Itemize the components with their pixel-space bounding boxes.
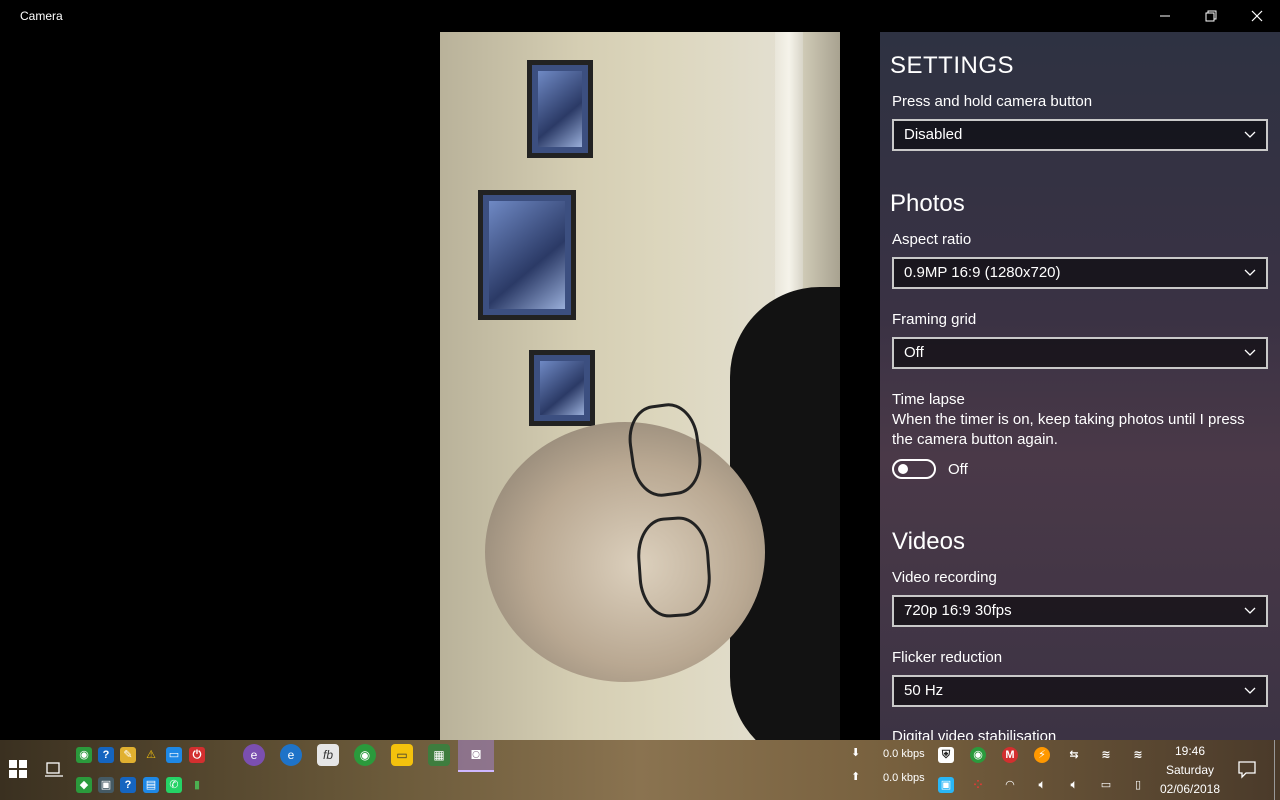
time-lapse-toggle[interactable] — [892, 459, 936, 479]
minimize-icon — [1160, 15, 1170, 17]
video-recording-dropdown[interactable]: 720p 16:9 30fps — [892, 595, 1268, 627]
chevron-down-icon — [1244, 269, 1256, 276]
clock-day: Saturday — [1165, 763, 1215, 777]
keys-icon[interactable]: ✎ — [120, 747, 136, 763]
aspect-ratio-label: Aspect ratio — [892, 231, 972, 248]
person-head — [485, 422, 765, 682]
aspect-ratio-value: 0.9MP 16:9 (1280x720) — [904, 264, 1061, 281]
clock-date: 02/06/2018 — [1159, 782, 1221, 796]
fb-app-icon[interactable]: fb — [317, 744, 339, 766]
help-icon[interactable]: ? — [98, 747, 114, 763]
computer-icon[interactable]: ▤ — [143, 777, 159, 793]
start-button[interactable] — [0, 740, 36, 800]
glasses-lens — [634, 514, 714, 620]
flicker-reduction-value: 50 Hz — [904, 682, 944, 699]
task-view-icon — [45, 762, 63, 777]
title-bar: Camera — [0, 0, 1280, 32]
camera-preview[interactable] — [440, 32, 840, 740]
close-button[interactable] — [1234, 0, 1280, 32]
power-icon[interactable]: ⏻ — [189, 747, 205, 763]
dots-icon[interactable]: ⁘ — [970, 777, 986, 793]
wall-picture — [478, 190, 576, 320]
time-lapse-label: Time lapse — [892, 391, 965, 408]
file-explorer-icon[interactable]: ▭ — [391, 744, 413, 766]
framing-grid-dropdown[interactable]: Off — [892, 337, 1268, 369]
app-tray-icon[interactable]: ▣ — [938, 777, 954, 793]
video-stabilisation-label: Digital video stabilisation — [892, 728, 1057, 740]
chevron-down-icon — [1244, 131, 1256, 138]
photo-viewer-icon[interactable]: ▦ — [428, 744, 450, 766]
windows-logo-icon — [9, 760, 27, 778]
videos-heading: Videos — [892, 528, 965, 555]
clock-time: 19:46 — [1174, 744, 1206, 758]
video-recording-label: Video recording — [892, 569, 997, 586]
flicker-reduction-dropdown[interactable]: 50 Hz — [892, 675, 1268, 707]
shield-icon[interactable]: ◆ — [76, 777, 92, 793]
help-icon[interactable]: ? — [120, 777, 136, 793]
chevron-down-icon — [1244, 349, 1256, 356]
action-center-button[interactable] — [1236, 758, 1258, 780]
close-icon — [1251, 10, 1263, 22]
video-recording-value: 720p 16:9 30fps — [904, 602, 1012, 619]
clock[interactable]: 19:46 Saturday 02/06/2018 — [1150, 742, 1230, 799]
network-drive-icon[interactable]: ⇆ — [1066, 747, 1082, 763]
chevron-down-icon — [1244, 687, 1256, 694]
chrome-icon[interactable]: ◉ — [76, 747, 92, 763]
wall-picture — [527, 60, 593, 158]
camera-icon: ◙ — [471, 746, 481, 763]
sync-icon[interactable]: ≋ — [1130, 747, 1146, 763]
battery-icon[interactable]: ▭ — [1098, 777, 1114, 793]
window-title: Camera — [20, 9, 63, 23]
wifi-icon[interactable]: ◠ — [1002, 777, 1018, 793]
camera-button-dropdown[interactable]: Disabled — [892, 119, 1268, 151]
show-desktop-button[interactable] — [1274, 740, 1280, 800]
time-lapse-description: When the timer is on, keep taking photos… — [892, 411, 1245, 448]
download-speed: 0.0 kbps — [883, 748, 925, 760]
chevron-down-icon — [1244, 607, 1256, 614]
flash-icon[interactable]: ⚡ — [1034, 747, 1050, 763]
task-view-button[interactable] — [44, 760, 64, 778]
usb-drive-icon[interactable]: ▯ — [1130, 777, 1146, 793]
time-lapse-state: Off — [948, 461, 968, 478]
wall-picture — [529, 350, 595, 426]
chrome-icon[interactable]: ◉ — [354, 744, 376, 766]
taskbar: ◉ ? ✎ ⚠ ▭ ⏻ ◆ ▣ ? ▤ ✆ ▮ e e fb ◉ ▭ ▦ ◙ ⬇… — [0, 740, 1280, 800]
download-arrow-icon: ⬇ — [851, 747, 861, 759]
upload-speed: 0.0 kbps — [883, 772, 925, 784]
volume-icon[interactable]: 🔈︎ — [1034, 777, 1050, 793]
security-shield-icon[interactable]: ⛨ — [938, 747, 954, 763]
framing-grid-label: Framing grid — [892, 311, 977, 328]
mega-icon[interactable]: M — [1002, 747, 1018, 763]
settings-panel: SETTINGS Press and hold camera button Di… — [880, 32, 1280, 740]
settings-heading: SETTINGS — [890, 52, 1015, 79]
flicker-reduction-label: Flicker reduction — [892, 649, 1003, 666]
chrome-tray-icon[interactable]: ◉ — [970, 747, 986, 763]
camera-taskbar-button[interactable]: ◙ — [458, 740, 494, 772]
chat-icon[interactable]: ▭ — [166, 747, 182, 763]
tor-browser-icon[interactable]: e — [243, 744, 265, 766]
notification-icon — [1238, 761, 1256, 779]
camera-button-label: Press and hold camera button — [892, 93, 1093, 110]
toggle-knob — [898, 464, 908, 474]
minimize-button[interactable] — [1142, 0, 1188, 32]
restore-icon — [1205, 10, 1217, 22]
sync-icon[interactable]: ≋ — [1098, 747, 1114, 763]
warning-icon[interactable]: ⚠ — [143, 747, 159, 763]
camera-button-value: Disabled — [904, 126, 963, 143]
restore-button[interactable] — [1188, 0, 1234, 32]
framing-grid-value: Off — [904, 344, 924, 361]
whatsapp-icon[interactable]: ✆ — [166, 777, 182, 793]
aspect-ratio-dropdown[interactable]: 0.9MP 16:9 (1280x720) — [892, 257, 1268, 289]
monitor-icon[interactable]: ▣ — [98, 777, 114, 793]
signal-icon[interactable]: ▮ — [189, 777, 205, 793]
camera-app-window: Camera SETTINGS Press and hold camera bu… — [0, 0, 1280, 740]
volume-icon[interactable]: 🔈︎ — [1066, 777, 1082, 793]
edge-icon[interactable]: e — [280, 744, 302, 766]
photos-heading: Photos — [890, 190, 965, 217]
upload-arrow-icon: ⬆ — [851, 771, 861, 783]
